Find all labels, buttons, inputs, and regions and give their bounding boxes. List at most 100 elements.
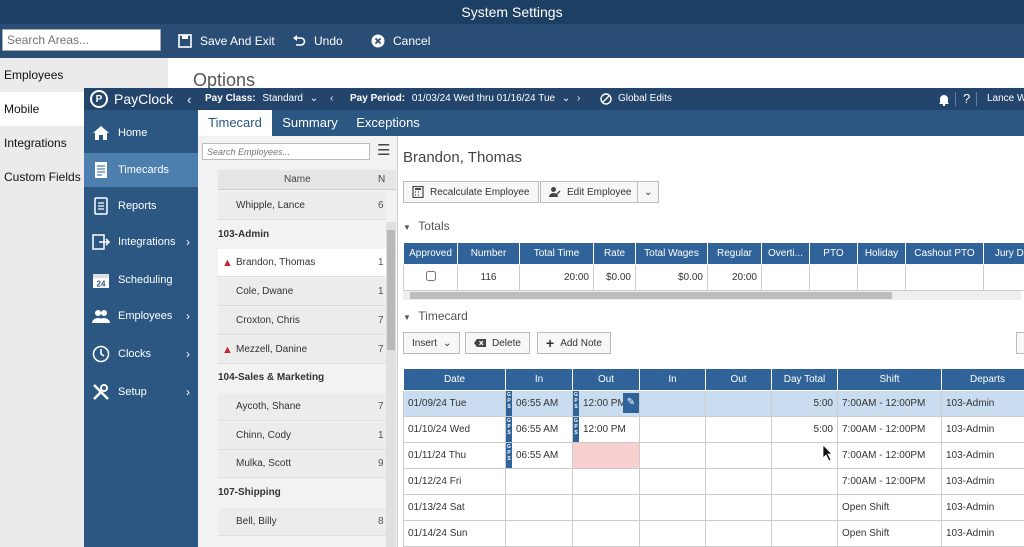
punch-in-cell[interactable]: 06:55 AM G P S <box>505 390 573 417</box>
timecard-column-header[interactable]: Out <box>572 368 640 391</box>
punch-out-cell[interactable] <box>572 468 640 495</box>
totals-column-header[interactable]: Rate <box>593 242 636 265</box>
table-row[interactable]: 01/09/24 Tue 06:55 AM G P S 12:00 PM G P S ✎ 5:00 7… <box>403 390 1024 417</box>
employee-list-item[interactable]: Chinn, Cody 1 <box>218 421 386 450</box>
timecard-column-header[interactable]: Shift <box>837 368 942 391</box>
prev-period-icon[interactable]: ‹ <box>330 88 333 110</box>
totals-scroll-thumb[interactable] <box>410 292 892 299</box>
punch-out-cell[interactable] <box>572 494 640 521</box>
pay-class-selector[interactable]: Pay Class: Standard ⌄ <box>205 88 318 110</box>
sidebar-item-home[interactable]: Home <box>84 116 198 150</box>
table-row[interactable]: 01/10/24 Wed 06:55 AM G P S 12:00 PM G P S 5:00 7:… <box>403 416 1024 443</box>
timecard-column-header[interactable]: Date <box>403 368 506 391</box>
collapse-sidebar-icon[interactable]: ‹ <box>187 92 191 107</box>
punch-out-cell[interactable]: 12:00 PM G P S <box>572 416 640 443</box>
sidebar-item-clocks[interactable]: Clocks › <box>84 337 198 371</box>
table-row[interactable]: 01/12/24 Fri 7:00AM - 12:00PM 103-Admin <box>403 468 1024 495</box>
insert-button[interactable]: Insert ⌄ <box>403 332 461 354</box>
employee-list-item[interactable]: Cole, Dwane 1 <box>218 278 386 307</box>
punch-in-cell[interactable] <box>505 520 573 547</box>
punch-out-cell[interactable] <box>705 494 772 521</box>
punch-out-cell[interactable] <box>572 520 640 547</box>
totals-column-header[interactable]: Jury D... <box>983 242 1024 265</box>
timecard-column-header[interactable]: Departs <box>941 368 1024 391</box>
add-note-button[interactable]: + Add Note <box>537 332 611 354</box>
sidebar-item-employees[interactable]: Employees › <box>84 299 198 333</box>
punch-out-cell[interactable] <box>705 468 772 495</box>
punch-out-cell[interactable] <box>705 416 772 443</box>
table-row[interactable]: 01/14/24 Sun Open Shift 103-Admin <box>403 520 1024 547</box>
sidebar-item-label: Setup <box>118 386 147 398</box>
employee-list-item[interactable]: ▲ Brandon, Thomas 1 <box>218 249 386 278</box>
more-button[interactable] <box>1016 332 1024 354</box>
settings-menu-employees[interactable]: Employees <box>0 58 168 92</box>
next-period-icon[interactable]: › <box>577 88 580 110</box>
save-and-exit-button[interactable]: Save And Exit <box>178 24 275 58</box>
punch-out-cell[interactable] <box>705 390 772 417</box>
punch-in-cell[interactable] <box>639 494 706 521</box>
user-name[interactable]: Lance W <box>987 88 1024 110</box>
search-areas-input[interactable] <box>2 29 161 51</box>
sidebar-item-setup[interactable]: Setup › <box>84 375 198 409</box>
employee-list-item[interactable]: Mulka, Scott 9 <box>218 450 386 479</box>
punch-out-cell[interactable]: 12:00 PM G P S ✎ <box>572 390 640 417</box>
pay-period-selector[interactable]: Pay Period: 01/03/24 Wed thru 01/16/24 T… <box>350 88 570 110</box>
pay-period-label: Pay Period: <box>350 93 406 104</box>
employee-list-item[interactable]: Aycoth, Shane 7 <box>218 392 386 421</box>
timecard-section-toggle[interactable]: ▼ Timecard <box>403 309 468 323</box>
cancel-button[interactable]: Cancel <box>371 24 430 58</box>
punch-out-cell[interactable] <box>572 442 640 469</box>
tab-exceptions[interactable]: Exceptions <box>350 110 426 136</box>
totals-column-header[interactable]: Approved <box>403 242 458 265</box>
timecard-column-header[interactable]: In <box>639 368 706 391</box>
recalculate-employee-button[interactable]: Recalculate Employee <box>403 181 539 203</box>
employee-list-item[interactable]: ▲ Mezzell, Danine 7 <box>218 335 386 364</box>
employee-list-item[interactable]: Whipple, Lance 6 <box>218 192 386 220</box>
punch-out-cell[interactable] <box>705 520 772 547</box>
punch-in-cell[interactable] <box>505 468 573 495</box>
edit-employee-button[interactable]: Edit Employee <box>540 181 641 203</box>
table-row[interactable]: 01/13/24 Sat Open Shift 103-Admin <box>403 494 1024 521</box>
edit-punch-icon[interactable]: ✎ <box>623 393 639 413</box>
punch-out-cell[interactable] <box>705 442 772 469</box>
totals-column-header[interactable]: Holiday <box>857 242 906 265</box>
employee-search-input[interactable] <box>202 143 370 160</box>
sidebar-item-integrations[interactable]: Integrations › <box>84 225 198 259</box>
employee-list-scroll-thumb[interactable] <box>387 230 395 350</box>
punch-in-cell[interactable] <box>639 390 706 417</box>
table-row[interactable]: 01/11/24 Thu 06:55 AM G P S 7:00AM - 12:00PM 1… <box>403 442 1024 469</box>
approved-checkbox[interactable] <box>425 271 436 281</box>
punch-in-cell[interactable] <box>639 468 706 495</box>
timecard-column-header[interactable]: Out <box>705 368 772 391</box>
tab-summary[interactable]: Summary <box>274 110 346 136</box>
totals-section-toggle[interactable]: ▼ Totals <box>403 219 450 233</box>
sidebar-item-scheduling[interactable]: 24 Scheduling <box>84 263 198 297</box>
punch-in-cell[interactable] <box>639 442 706 469</box>
punch-in-cell[interactable]: 06:55 AM G P S <box>505 416 573 443</box>
timecard-column-header[interactable]: In <box>505 368 573 391</box>
totals-column-header[interactable]: Total Time <box>519 242 594 265</box>
sidebar-item-timecards[interactable]: Timecards <box>84 153 198 187</box>
undo-button[interactable]: Undo <box>292 24 343 58</box>
punch-in-cell[interactable]: 06:55 AM G P S <box>505 442 573 469</box>
employee-list-item[interactable]: Bell, Billy 8 <box>218 507 386 536</box>
totals-column-header[interactable]: Total Wages <box>635 242 708 265</box>
edit-employee-dropdown[interactable]: ⌄ <box>637 181 660 203</box>
tab-timecard[interactable]: Timecard <box>198 110 272 136</box>
totals-column-header[interactable]: Overti... <box>761 242 810 265</box>
totals-column-header[interactable]: Cashout PTO <box>905 242 984 265</box>
delete-button[interactable]: Delete <box>465 332 530 354</box>
totals-column-header[interactable]: PTO <box>809 242 858 265</box>
totals-column-header[interactable]: Number <box>457 242 520 265</box>
totals-column-header[interactable]: Regular <box>707 242 762 265</box>
punch-in-cell[interactable] <box>639 520 706 547</box>
timecard-column-header[interactable]: Day Total <box>771 368 838 391</box>
list-menu-icon[interactable]: ☰ <box>377 143 390 158</box>
punch-in-cell[interactable] <box>505 494 573 521</box>
notifications-bell-icon[interactable] <box>938 88 950 110</box>
employee-list-item[interactable]: Croxton, Chris 7 <box>218 306 386 335</box>
global-edits-button[interactable]: Global Edits <box>600 88 672 110</box>
punch-in-cell[interactable] <box>639 416 706 443</box>
sidebar-item-reports[interactable]: Reports <box>84 189 198 223</box>
help-icon[interactable]: ? <box>963 88 970 110</box>
